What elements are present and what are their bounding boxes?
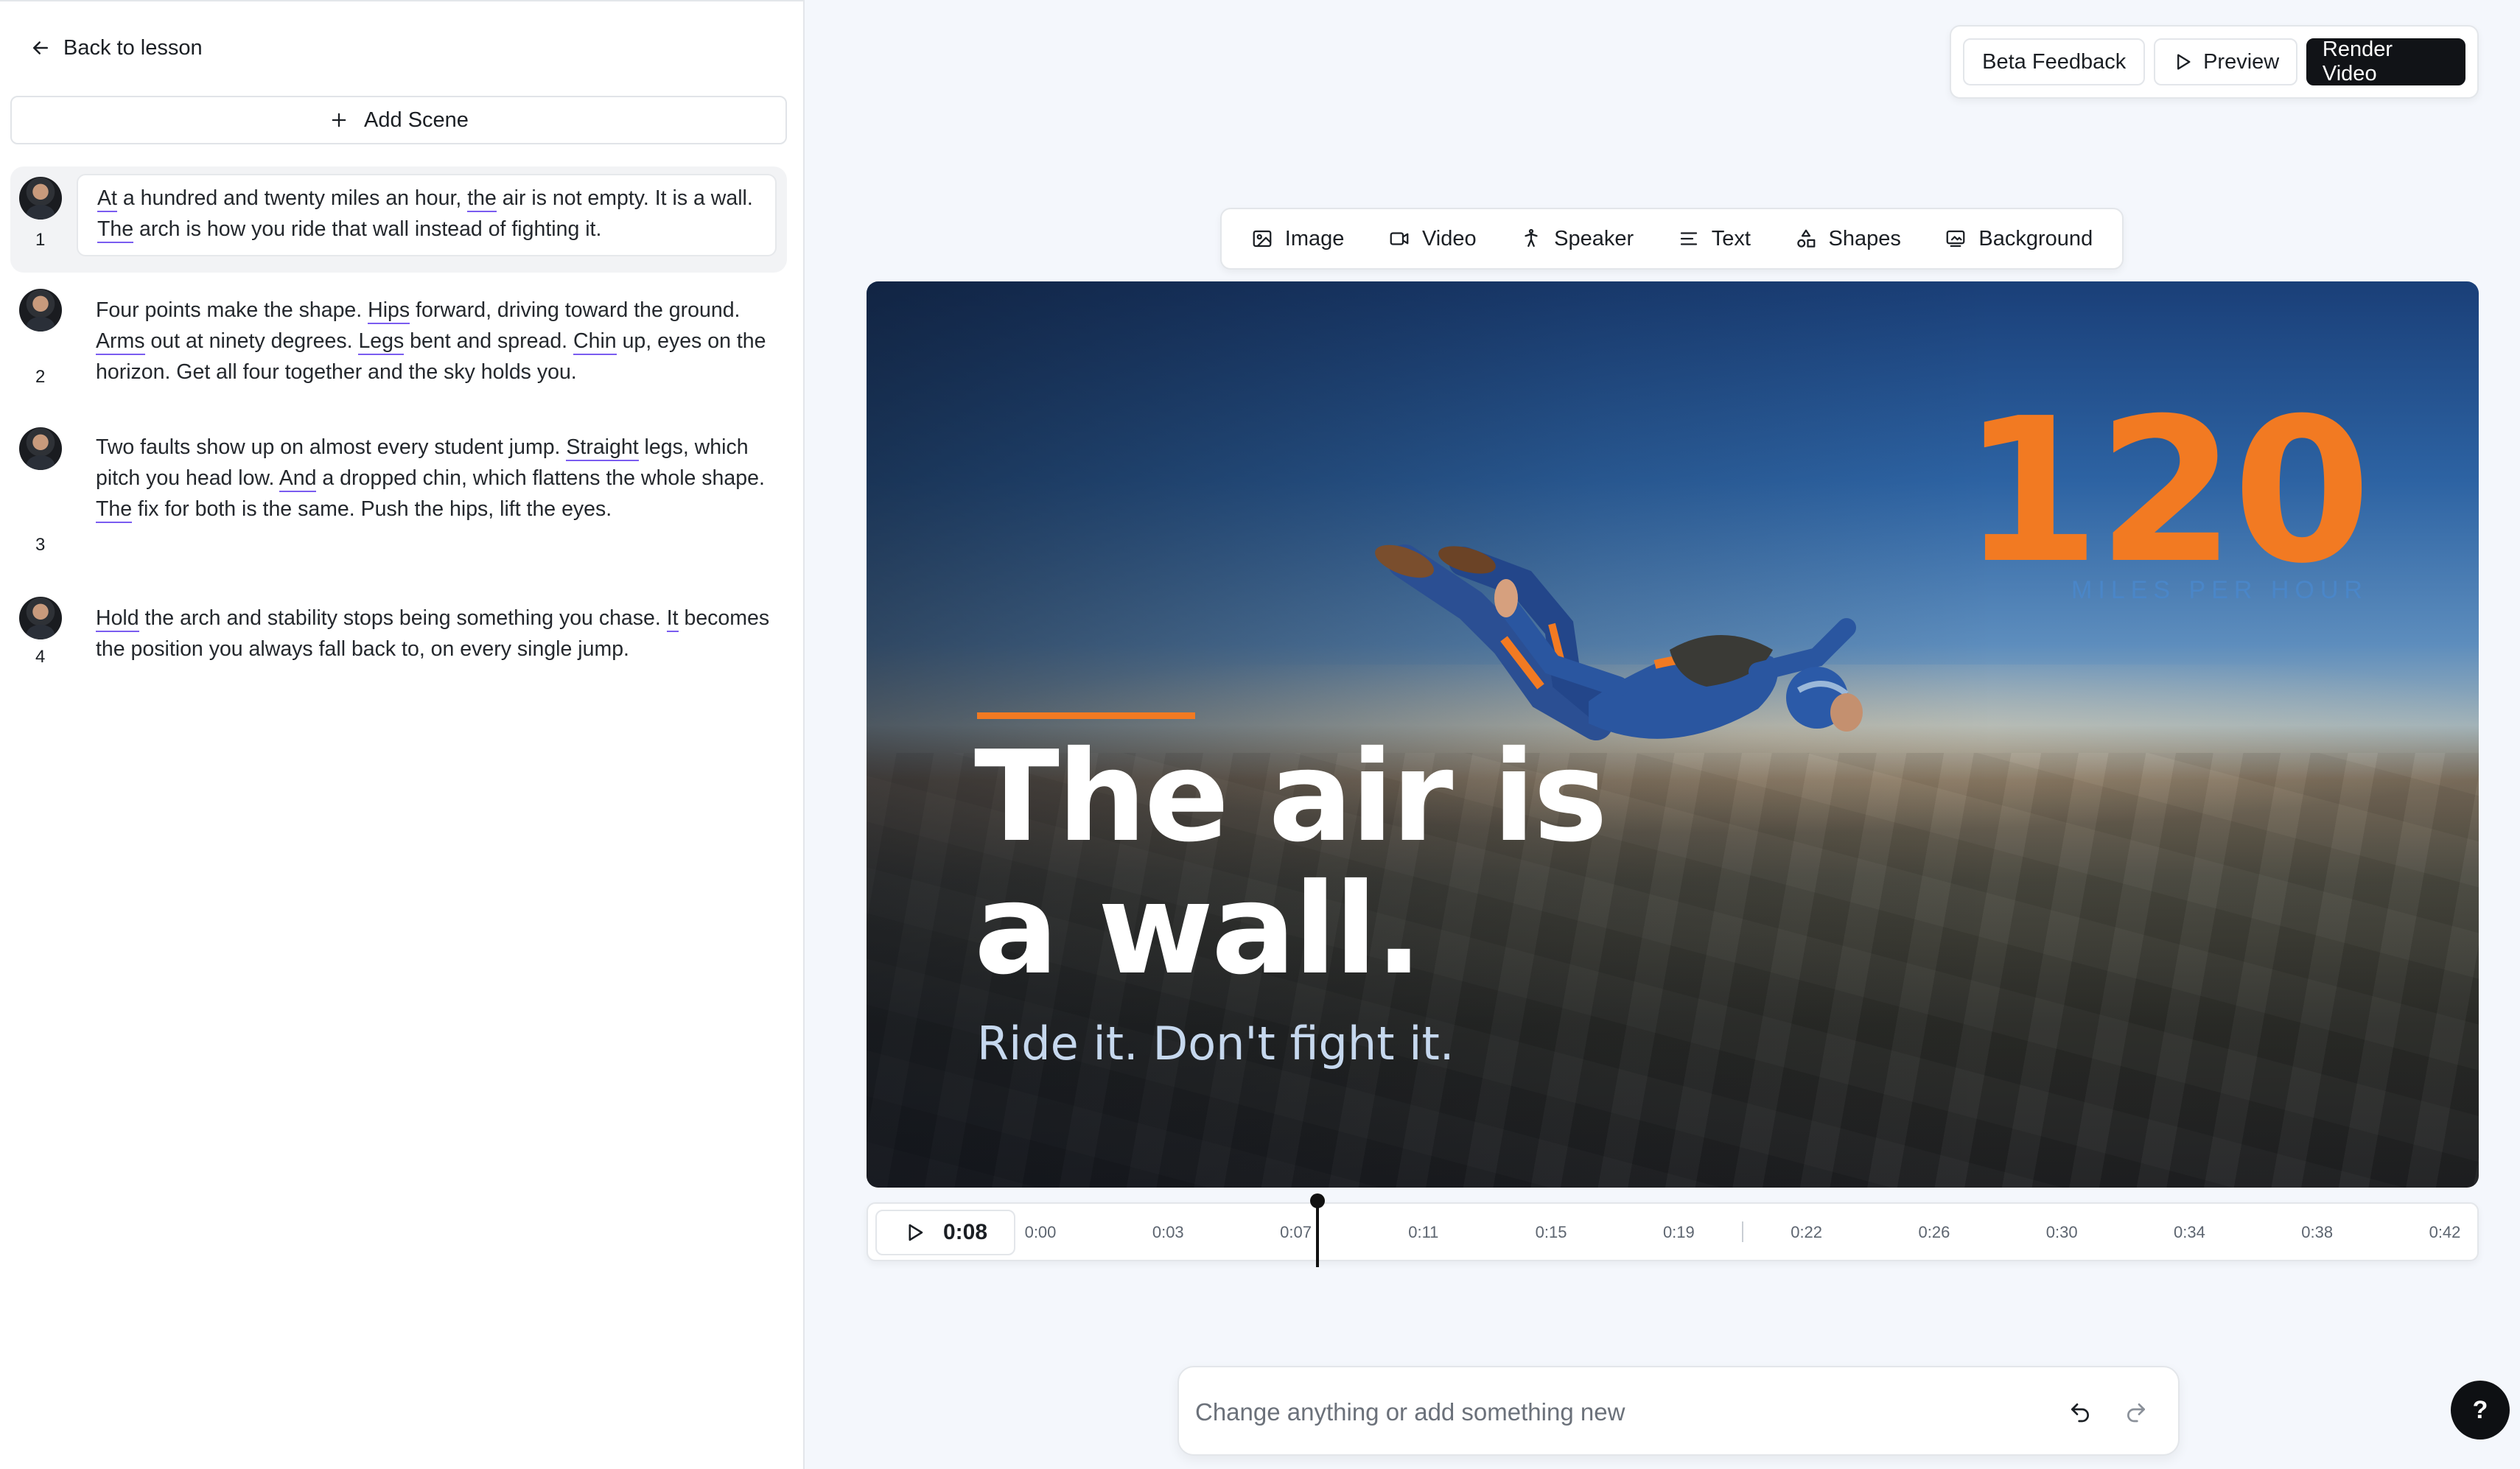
- scene-item[interactable]: 4 Hold the arch and stability stops being…: [10, 594, 787, 682]
- redo-icon: [2127, 1403, 2145, 1423]
- tool-label: Image: [1284, 226, 1345, 250]
- speaker-avatar[interactable]: [19, 597, 62, 639]
- tool-label: Shapes: [1828, 226, 1901, 250]
- scene-script-text[interactable]: Two faults show up on almost every stude…: [96, 432, 772, 525]
- tool-background[interactable]: Background: [1934, 220, 2103, 259]
- scene-sidebar: Back to lesson Add Scene 1 At a hundred a…: [0, 0, 805, 1469]
- help-label: ?: [2472, 1395, 2488, 1424]
- video-icon: [1390, 232, 1409, 245]
- timeline-tick-label: 0:38: [2301, 1223, 2334, 1241]
- headline-text[interactable]: The air is a wall.: [974, 731, 1711, 996]
- playhead[interactable]: [1310, 1193, 1325, 1267]
- prompt-input[interactable]: [1195, 1389, 2050, 1435]
- render-video-button[interactable]: Render Video: [2306, 38, 2465, 85]
- scene-script-text[interactable]: Hold the arch and stability stops being …: [96, 603, 772, 665]
- tool-image[interactable]: Image: [1241, 220, 1355, 259]
- tool-label: Video: [1421, 226, 1477, 250]
- beta-feedback-button[interactable]: Beta Feedback: [1963, 38, 2146, 85]
- play-icon: [2177, 54, 2191, 70]
- plus-icon: [332, 113, 346, 127]
- timeline-tick-label: 0:07: [1280, 1223, 1312, 1241]
- back-to-lesson-label: Back to lesson: [63, 35, 203, 60]
- render-video-label: Render Video: [2322, 38, 2393, 85]
- top-actions: Beta Feedback Preview Render Video: [1950, 25, 2479, 99]
- arrow-left-icon: [33, 41, 48, 55]
- scene-item[interactable]: 2 Four points make the shape. Hips forwar…: [10, 283, 787, 401]
- speaker-avatar[interactable]: [19, 177, 62, 220]
- speaker-avatar[interactable]: [19, 427, 62, 470]
- tool-text[interactable]: Text: [1667, 220, 1761, 259]
- speaker-avatar[interactable]: [19, 289, 62, 332]
- scene-number: 2: [35, 367, 46, 387]
- tool-video[interactable]: Video: [1378, 220, 1487, 259]
- timeline-tick-label: 0:34: [2174, 1223, 2205, 1241]
- timeline[interactable]: 0:08 0:00 0:03 0:07 0:11 0:15 0:19 0:22 0:26 0:3…: [867, 1193, 2479, 1267]
- timeline-tick-label: 0:11: [1408, 1223, 1439, 1241]
- insert-toolbar: Image Video Speaker Text Shapes Background: [1220, 208, 2124, 270]
- tool-shapes[interactable]: Shapes: [1785, 220, 1911, 259]
- add-scene-label: Add Scene: [364, 108, 469, 132]
- help-button[interactable]: ?: [2451, 1381, 2510, 1440]
- scene-number: 3: [35, 535, 46, 555]
- timeline-tick-label: 0:00: [1024, 1223, 1057, 1241]
- scene-item[interactable]: 3 Two faults show up on almost every stud…: [10, 421, 787, 569]
- beta-feedback-label: Beta Feedback: [1982, 49, 2127, 74]
- subline-text[interactable]: Ride it. Don't fight it.: [977, 1017, 1454, 1070]
- scene-number: 4: [35, 647, 46, 667]
- scene-item[interactable]: 1 At a hundred and twenty miles an hour, …: [10, 166, 787, 273]
- headline-line-2: a wall.: [974, 857, 1423, 1003]
- timeline-tick-label: 0:15: [1535, 1223, 1567, 1241]
- stat-value[interactable]: 120: [1961, 385, 2371, 598]
- scene-boundary-marker: [1742, 1221, 1743, 1242]
- scene-script-text[interactable]: Four points make the shape. Hips forward…: [96, 295, 772, 388]
- scene-script-text[interactable]: At a hundred and twenty miles an hour, t…: [77, 174, 777, 256]
- timeline-tick-label: 0:22: [1791, 1223, 1823, 1241]
- preview-label: Preview: [2203, 49, 2280, 74]
- timeline-tick-label: 0:42: [2429, 1223, 2461, 1241]
- add-scene-button[interactable]: Add Scene: [10, 96, 787, 144]
- headline-accent-bar: [977, 712, 1195, 719]
- play-button[interactable]: 0:08: [875, 1210, 1015, 1255]
- tool-speaker[interactable]: Speaker: [1510, 220, 1644, 259]
- timeline-tick-label: 0:26: [1918, 1223, 1950, 1241]
- tool-label: Background: [1978, 226, 2093, 250]
- headline-line-1: The air is: [974, 724, 1608, 870]
- redo-button[interactable]: [2121, 1397, 2152, 1428]
- stat-unit[interactable]: MILES PER HOUR: [2071, 576, 2368, 605]
- scene-number: 1: [35, 230, 46, 250]
- image-icon: [1253, 230, 1272, 248]
- undo-icon: [2071, 1403, 2089, 1423]
- timeline-tick-label: 0:19: [1662, 1223, 1695, 1241]
- scene-canvas[interactable]: The air is a wall. Ride it. Don't fight …: [867, 281, 2479, 1188]
- background-icon: [1947, 230, 1965, 248]
- timeline-tick-label: 0:30: [2045, 1223, 2078, 1241]
- text-icon: [1680, 232, 1697, 245]
- preview-button[interactable]: Preview: [2154, 38, 2297, 85]
- play-icon: [909, 1224, 923, 1241]
- timeline-tick-label: 0:03: [1152, 1223, 1184, 1241]
- speaker-icon: [1525, 228, 1538, 248]
- current-time: 0:08: [942, 1220, 988, 1244]
- tool-label: Text: [1711, 226, 1751, 250]
- prompt-bar: [1177, 1366, 2180, 1456]
- undo-button[interactable]: [2065, 1397, 2096, 1428]
- shapes-icon: [1796, 229, 1815, 248]
- editor-app: Back to lesson Add Scene 1 At a hundred a…: [0, 0, 2520, 1469]
- back-to-lesson-link[interactable]: Back to lesson: [29, 29, 203, 66]
- tool-label: Speaker: [1554, 226, 1634, 250]
